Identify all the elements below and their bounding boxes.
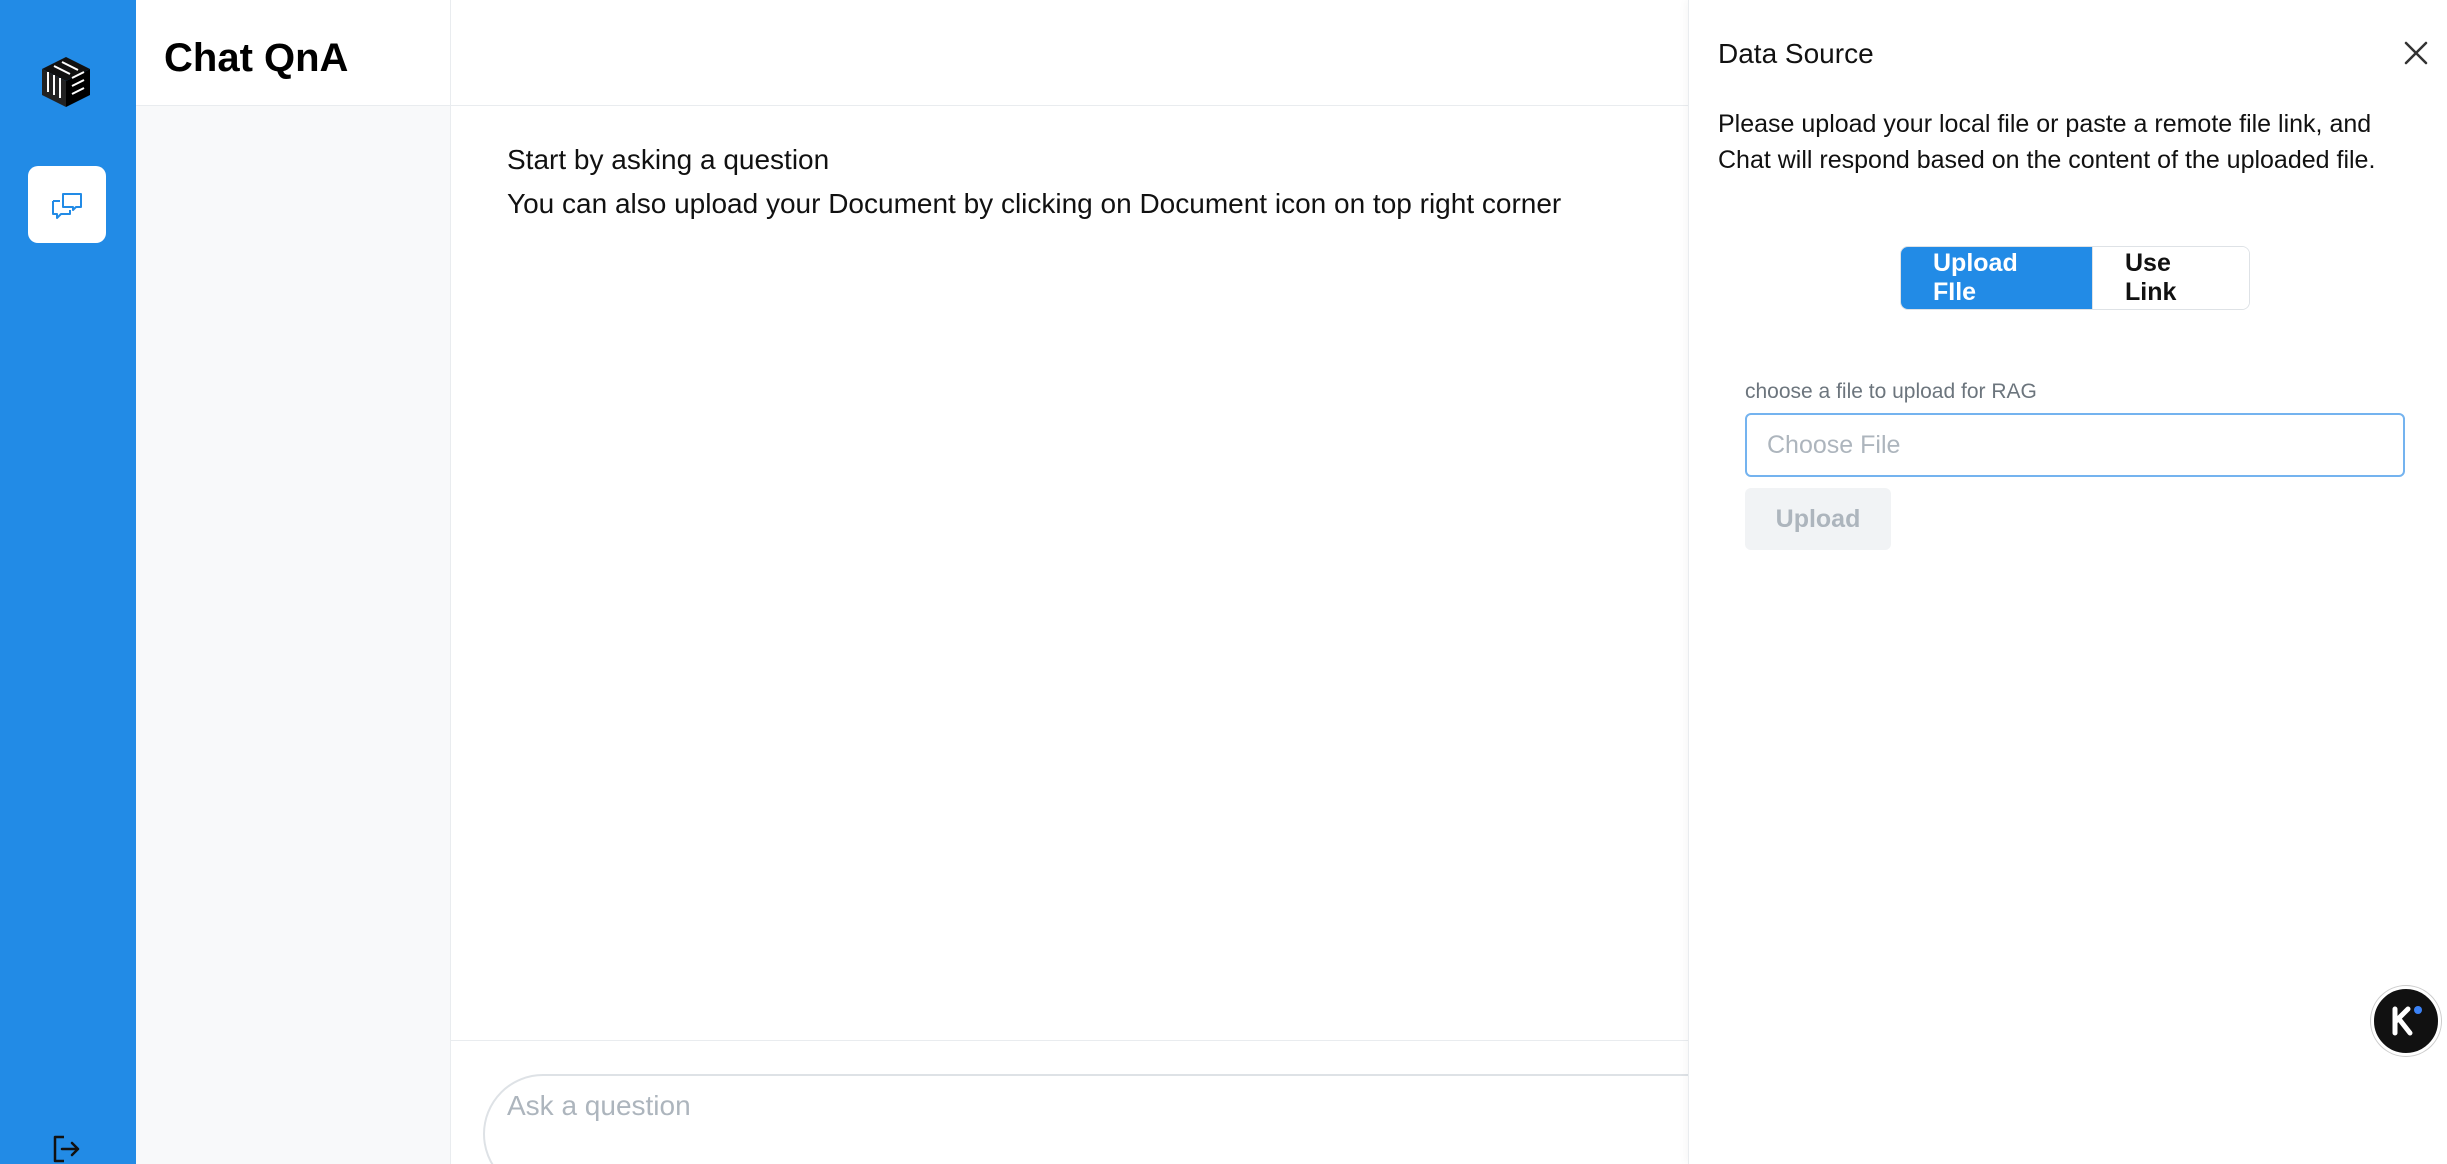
app-title: Chat QnA — [164, 36, 349, 80]
file-input-label: choose a file to upload for RAG — [1745, 380, 2037, 403]
source-mode-toggle: Upload FIle Use Link — [1900, 246, 2250, 310]
close-drawer-button[interactable] — [2401, 38, 2431, 68]
question-input[interactable] — [507, 1090, 1607, 1122]
chat-topbar — [451, 0, 1688, 106]
tab-use-link[interactable]: Use Link — [2092, 247, 2249, 309]
intro-line-2: You can also upload your Document by cli… — [507, 188, 1562, 219]
intro-line-1: Start by asking a question — [507, 144, 830, 175]
question-composer — [483, 1074, 1883, 1164]
chat-bubbles-icon — [52, 192, 82, 219]
sidebar-header: Chat QnA — [136, 0, 450, 106]
k-assistant-icon — [2392, 1006, 2422, 1036]
choose-file-placeholder: Choose File — [1767, 430, 1901, 459]
chat-main: Start by asking a question You can also … — [451, 0, 1883, 1164]
conversation-sidebar: Chat QnA — [136, 0, 451, 1164]
drawer-title: Data Source — [1718, 38, 1874, 69]
tab-upload-file[interactable]: Upload FIle — [1901, 247, 2092, 309]
data-source-drawer: Data Source Please upload your local fil… — [1688, 0, 2447, 1164]
cube-logo-icon — [40, 55, 92, 109]
logout-icon — [53, 1135, 80, 1163]
assistant-badge[interactable] — [2371, 986, 2441, 1056]
app-rail — [0, 0, 136, 1164]
choose-file-input[interactable]: Choose File — [1745, 413, 2405, 477]
intro-message: Start by asking a question You can also … — [507, 138, 1561, 226]
upload-button[interactable]: Upload — [1745, 488, 1891, 550]
composer-area — [451, 1040, 1883, 1164]
logout-button[interactable] — [50, 1134, 82, 1164]
drawer-description: Please upload your local file or paste a… — [1718, 110, 2376, 174]
close-icon — [2404, 41, 2428, 65]
chat-nav-button[interactable] — [28, 166, 106, 243]
